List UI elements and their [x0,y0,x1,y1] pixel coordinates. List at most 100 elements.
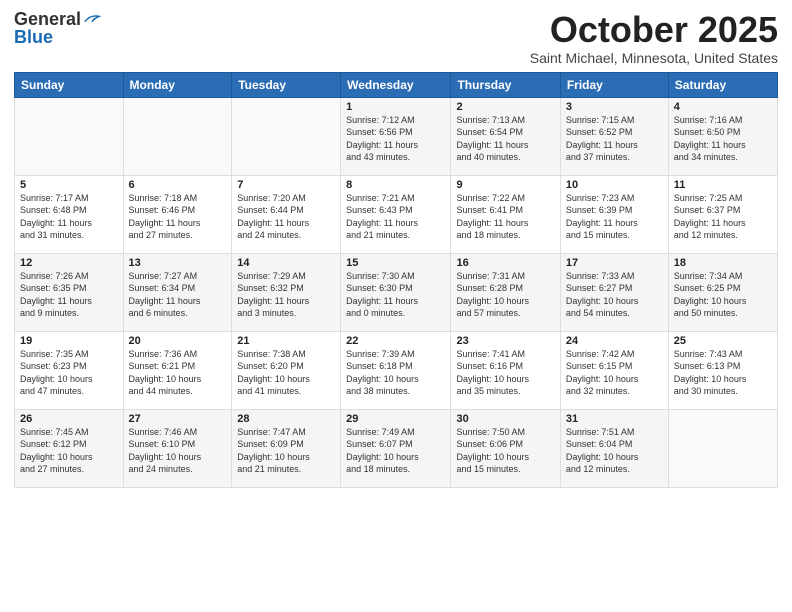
day-info: Sunrise: 7:47 AM Sunset: 6:09 PM Dayligh… [237,426,335,476]
day-number: 25 [674,335,772,347]
day-info: Sunrise: 7:49 AM Sunset: 6:07 PM Dayligh… [346,426,445,476]
day-info: Sunrise: 7:27 AM Sunset: 6:34 PM Dayligh… [129,270,227,320]
day-info: Sunrise: 7:16 AM Sunset: 6:50 PM Dayligh… [674,114,772,164]
day-info: Sunrise: 7:20 AM Sunset: 6:44 PM Dayligh… [237,192,335,242]
day-number: 13 [129,257,227,269]
day-number: 24 [566,335,663,347]
day-number: 27 [129,413,227,425]
day-number: 3 [566,101,663,113]
day-number: 28 [237,413,335,425]
day-info: Sunrise: 7:35 AM Sunset: 6:23 PM Dayligh… [20,348,118,398]
calendar-week-1: 1Sunrise: 7:12 AM Sunset: 6:56 PM Daylig… [15,97,778,175]
logo-bird-icon [83,12,101,26]
calendar-header-row: SundayMondayTuesdayWednesdayThursdayFrid… [15,72,778,97]
calendar-day-30: 30Sunrise: 7:50 AM Sunset: 6:06 PM Dayli… [451,409,560,487]
day-number: 2 [456,101,554,113]
day-info: Sunrise: 7:51 AM Sunset: 6:04 PM Dayligh… [566,426,663,476]
day-info: Sunrise: 7:25 AM Sunset: 6:37 PM Dayligh… [674,192,772,242]
calendar-day-9: 9Sunrise: 7:22 AM Sunset: 6:41 PM Daylig… [451,175,560,253]
day-info: Sunrise: 7:33 AM Sunset: 6:27 PM Dayligh… [566,270,663,320]
day-number: 16 [456,257,554,269]
calendar-day-26: 26Sunrise: 7:45 AM Sunset: 6:12 PM Dayli… [15,409,124,487]
day-number: 1 [346,101,445,113]
day-number: 31 [566,413,663,425]
day-number: 7 [237,179,335,191]
day-info: Sunrise: 7:26 AM Sunset: 6:35 PM Dayligh… [20,270,118,320]
logo-blue: Blue [14,28,53,46]
calendar-day-6: 6Sunrise: 7:18 AM Sunset: 6:46 PM Daylig… [123,175,232,253]
day-number: 9 [456,179,554,191]
day-number: 17 [566,257,663,269]
day-number: 10 [566,179,663,191]
day-info: Sunrise: 7:23 AM Sunset: 6:39 PM Dayligh… [566,192,663,242]
calendar-day-27: 27Sunrise: 7:46 AM Sunset: 6:10 PM Dayli… [123,409,232,487]
calendar-dow-wednesday: Wednesday [341,72,451,97]
day-number: 14 [237,257,335,269]
calendar-day-23: 23Sunrise: 7:41 AM Sunset: 6:16 PM Dayli… [451,331,560,409]
calendar-empty-cell [15,97,124,175]
calendar-week-5: 26Sunrise: 7:45 AM Sunset: 6:12 PM Dayli… [15,409,778,487]
day-info: Sunrise: 7:17 AM Sunset: 6:48 PM Dayligh… [20,192,118,242]
day-info: Sunrise: 7:46 AM Sunset: 6:10 PM Dayligh… [129,426,227,476]
calendar-day-5: 5Sunrise: 7:17 AM Sunset: 6:48 PM Daylig… [15,175,124,253]
calendar-day-8: 8Sunrise: 7:21 AM Sunset: 6:43 PM Daylig… [341,175,451,253]
day-number: 20 [129,335,227,347]
calendar-empty-cell [232,97,341,175]
day-info: Sunrise: 7:29 AM Sunset: 6:32 PM Dayligh… [237,270,335,320]
day-info: Sunrise: 7:21 AM Sunset: 6:43 PM Dayligh… [346,192,445,242]
day-number: 26 [20,413,118,425]
calendar-day-16: 16Sunrise: 7:31 AM Sunset: 6:28 PM Dayli… [451,253,560,331]
calendar-week-3: 12Sunrise: 7:26 AM Sunset: 6:35 PM Dayli… [15,253,778,331]
calendar-table: SundayMondayTuesdayWednesdayThursdayFrid… [14,72,778,488]
calendar-day-1: 1Sunrise: 7:12 AM Sunset: 6:56 PM Daylig… [341,97,451,175]
calendar-day-24: 24Sunrise: 7:42 AM Sunset: 6:15 PM Dayli… [560,331,668,409]
month-title: October 2025 [530,10,778,50]
day-info: Sunrise: 7:15 AM Sunset: 6:52 PM Dayligh… [566,114,663,164]
calendar-dow-monday: Monday [123,72,232,97]
day-info: Sunrise: 7:45 AM Sunset: 6:12 PM Dayligh… [20,426,118,476]
day-number: 8 [346,179,445,191]
calendar-day-20: 20Sunrise: 7:36 AM Sunset: 6:21 PM Dayli… [123,331,232,409]
page-header: General Blue October 2025 Saint Michael,… [14,10,778,66]
calendar-empty-cell [123,97,232,175]
day-number: 6 [129,179,227,191]
calendar-day-25: 25Sunrise: 7:43 AM Sunset: 6:13 PM Dayli… [668,331,777,409]
calendar-day-12: 12Sunrise: 7:26 AM Sunset: 6:35 PM Dayli… [15,253,124,331]
day-info: Sunrise: 7:41 AM Sunset: 6:16 PM Dayligh… [456,348,554,398]
day-number: 12 [20,257,118,269]
calendar-day-15: 15Sunrise: 7:30 AM Sunset: 6:30 PM Dayli… [341,253,451,331]
day-info: Sunrise: 7:31 AM Sunset: 6:28 PM Dayligh… [456,270,554,320]
calendar-dow-tuesday: Tuesday [232,72,341,97]
calendar-dow-sunday: Sunday [15,72,124,97]
day-number: 23 [456,335,554,347]
day-info: Sunrise: 7:42 AM Sunset: 6:15 PM Dayligh… [566,348,663,398]
day-info: Sunrise: 7:22 AM Sunset: 6:41 PM Dayligh… [456,192,554,242]
calendar-day-11: 11Sunrise: 7:25 AM Sunset: 6:37 PM Dayli… [668,175,777,253]
day-info: Sunrise: 7:34 AM Sunset: 6:25 PM Dayligh… [674,270,772,320]
logo: General Blue [14,10,101,46]
calendar-day-13: 13Sunrise: 7:27 AM Sunset: 6:34 PM Dayli… [123,253,232,331]
day-number: 22 [346,335,445,347]
calendar-day-7: 7Sunrise: 7:20 AM Sunset: 6:44 PM Daylig… [232,175,341,253]
day-number: 5 [20,179,118,191]
calendar-day-4: 4Sunrise: 7:16 AM Sunset: 6:50 PM Daylig… [668,97,777,175]
day-info: Sunrise: 7:13 AM Sunset: 6:54 PM Dayligh… [456,114,554,164]
day-info: Sunrise: 7:50 AM Sunset: 6:06 PM Dayligh… [456,426,554,476]
calendar-day-3: 3Sunrise: 7:15 AM Sunset: 6:52 PM Daylig… [560,97,668,175]
calendar-day-19: 19Sunrise: 7:35 AM Sunset: 6:23 PM Dayli… [15,331,124,409]
calendar-day-29: 29Sunrise: 7:49 AM Sunset: 6:07 PM Dayli… [341,409,451,487]
calendar-day-18: 18Sunrise: 7:34 AM Sunset: 6:25 PM Dayli… [668,253,777,331]
title-section: October 2025 Saint Michael, Minnesota, U… [530,10,778,66]
calendar-day-14: 14Sunrise: 7:29 AM Sunset: 6:32 PM Dayli… [232,253,341,331]
day-info: Sunrise: 7:18 AM Sunset: 6:46 PM Dayligh… [129,192,227,242]
calendar-week-4: 19Sunrise: 7:35 AM Sunset: 6:23 PM Dayli… [15,331,778,409]
calendar-day-22: 22Sunrise: 7:39 AM Sunset: 6:18 PM Dayli… [341,331,451,409]
day-number: 29 [346,413,445,425]
day-info: Sunrise: 7:38 AM Sunset: 6:20 PM Dayligh… [237,348,335,398]
day-info: Sunrise: 7:36 AM Sunset: 6:21 PM Dayligh… [129,348,227,398]
day-info: Sunrise: 7:39 AM Sunset: 6:18 PM Dayligh… [346,348,445,398]
calendar-empty-cell [668,409,777,487]
day-info: Sunrise: 7:43 AM Sunset: 6:13 PM Dayligh… [674,348,772,398]
location: Saint Michael, Minnesota, United States [530,50,778,66]
day-number: 21 [237,335,335,347]
